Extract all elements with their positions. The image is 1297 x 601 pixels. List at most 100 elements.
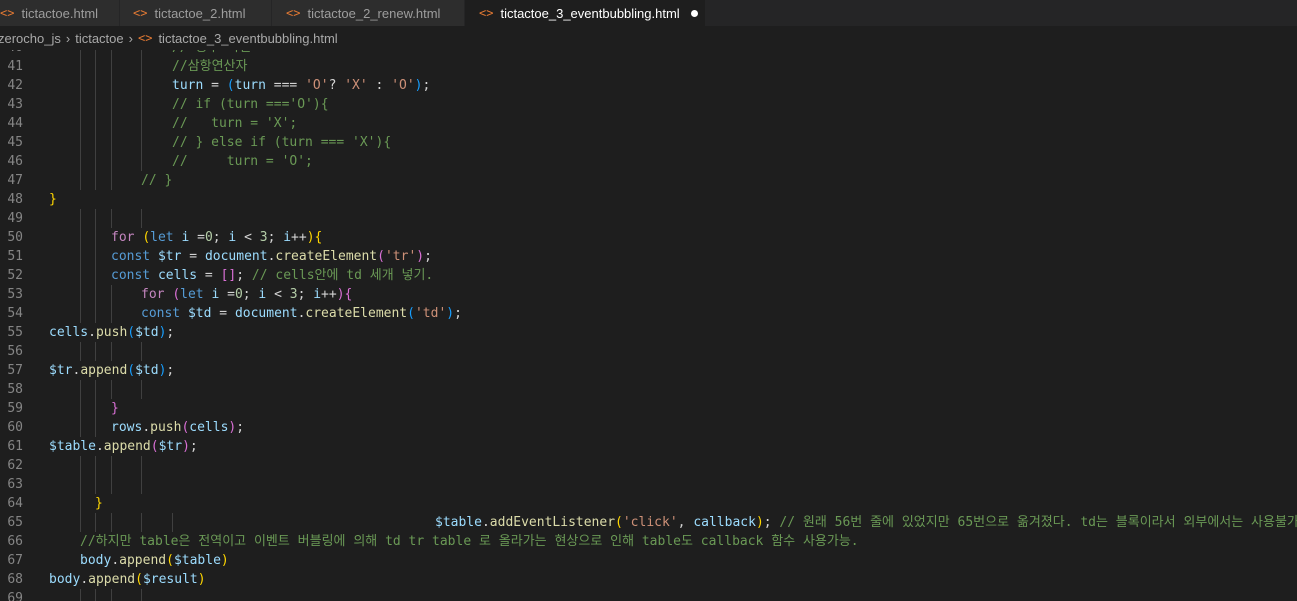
indent-guide — [141, 380, 142, 399]
code-line[interactable]: 68 body.append($result) — [0, 570, 1297, 589]
code-token: ) — [755, 515, 764, 530]
code-text: } — [111, 399, 119, 418]
code-token: ) — [416, 249, 425, 264]
code-line[interactable]: 40 // 승부 확인 — [0, 50, 1297, 57]
code-line[interactable]: 63 — [0, 475, 1297, 494]
line-number: 55 — [7, 325, 23, 340]
code-line[interactable]: 69 — [0, 589, 1297, 601]
line-number: 41 — [7, 59, 23, 74]
code-token: append — [80, 363, 128, 378]
code-token: // cells안에 td 세개 넣기. — [251, 268, 434, 283]
chevron-right-icon: › — [128, 30, 133, 46]
indent-guide — [111, 380, 112, 399]
code-line[interactable]: 43 // if (turn ==='O'){ — [0, 95, 1297, 114]
indent-guide — [111, 589, 112, 601]
code-line[interactable]: 64} — [0, 494, 1297, 513]
unsaved-dot-icon[interactable] — [690, 9, 698, 17]
line-number: 59 — [7, 401, 23, 416]
code-token: ) — [182, 439, 190, 454]
code-token: ++ — [291, 230, 307, 245]
indent-guide — [141, 95, 142, 114]
indent-guide — [95, 133, 96, 152]
indent-guide — [80, 342, 81, 361]
code-token: // } else if (turn === 'X'){ — [172, 135, 392, 150]
code-line[interactable]: 57 $tr.append($td); — [0, 361, 1297, 380]
code-text: body.append($result) — [49, 570, 206, 589]
indent-guide — [95, 50, 96, 57]
code-token: ; — [422, 78, 431, 93]
code-line[interactable]: 60 rows.push(cells); — [0, 418, 1297, 437]
code-line[interactable]: 53 for (let i =0; i < 3; i++){ — [0, 285, 1297, 304]
code-line[interactable]: 52 const cells = []; // cells안에 td 세개 넣기. — [0, 266, 1297, 285]
line-number: 60 — [7, 420, 23, 435]
breadcrumb-folder-tictactoe[interactable]: tictactoe — [75, 31, 123, 46]
indent-guide — [141, 133, 142, 152]
code-line[interactable]: 48} — [0, 190, 1297, 209]
code-token: ; — [236, 268, 252, 283]
code-line[interactable]: 54 const $td = document.createElement('td… — [0, 304, 1297, 323]
code-token: < — [266, 287, 290, 302]
code-line[interactable]: 55 cells.push($td); — [0, 323, 1297, 342]
code-text: $tr.append($td); — [49, 361, 174, 380]
line-number: 67 — [7, 553, 23, 568]
code-token: turn — [234, 78, 266, 93]
code-text: // } else if (turn === 'X'){ — [172, 133, 391, 152]
line-number: 48 — [7, 192, 23, 207]
indent-guide — [141, 475, 142, 494]
code-line[interactable]: 46 // turn = 'O'; — [0, 152, 1297, 171]
code-token: createElement — [305, 306, 408, 321]
code-token: } — [111, 401, 119, 416]
indent-guide — [95, 513, 96, 532]
tab-label: tictactoe_2.html — [154, 5, 246, 21]
code-line[interactable]: 66 //하지만 table은 전역이고 이벤트 버블링에 의해 td tr ta… — [0, 532, 1297, 551]
code-line[interactable]: 45 // } else if (turn === 'X'){ — [0, 133, 1297, 152]
code-line[interactable]: 61 $table.append($tr); — [0, 437, 1297, 456]
indent-guide — [111, 513, 112, 532]
code-line[interactable]: 58 — [0, 380, 1297, 399]
tab-tictactoe-2[interactable]: <> tictactoe_2.html — [120, 0, 272, 26]
code-token: . — [111, 553, 120, 568]
code-token: ; — [236, 420, 245, 435]
code-line[interactable]: 50 for (let i =0; i < 3; i++){ — [0, 228, 1297, 247]
indent-guide — [95, 152, 96, 171]
indent-guide — [95, 456, 96, 475]
code-token: let — [150, 230, 174, 245]
code-line[interactable]: 51 const $tr = document.createElement('tr… — [0, 247, 1297, 266]
line-number: 65 — [7, 515, 23, 530]
code-line[interactable]: 56 — [0, 342, 1297, 361]
code-token: cells — [49, 325, 89, 340]
tab-tictactoe-2-renew[interactable]: <> tictactoe_2_renew.html — [272, 0, 465, 26]
code-editor[interactable]: 40// 승부 확인41//삼항연산자42turn = (turn === 'O… — [0, 50, 1297, 601]
code-token: // turn = 'X'; — [172, 116, 298, 131]
tab-tictactoe[interactable]: <> tictactoe.html — [0, 0, 120, 26]
indent-guide — [141, 50, 142, 57]
code-token: ( — [226, 78, 235, 93]
tab-label: tictactoe_2_renew.html — [307, 5, 441, 21]
code-line[interactable]: 47 // } — [0, 171, 1297, 190]
code-token: } — [49, 192, 57, 207]
code-token: 0 — [234, 287, 243, 302]
code-token: ) — [336, 287, 345, 302]
code-token: : — [367, 78, 392, 93]
code-line[interactable]: 59} — [0, 399, 1297, 418]
indent-guide — [111, 95, 112, 114]
code-line[interactable]: 62 — [0, 456, 1297, 475]
code-line[interactable]: 67 body.append($table) — [0, 551, 1297, 570]
breadcrumb-file[interactable]: tictactoe_3_eventbubbling.html — [158, 31, 337, 46]
code-line[interactable]: 49 — [0, 209, 1297, 228]
breadcrumb-folder-zerocho-js[interactable]: zerocho_js — [0, 31, 61, 46]
indent-guide — [95, 57, 96, 76]
code-line[interactable]: 44 // turn = 'X'; — [0, 114, 1297, 133]
code-token: ) — [306, 230, 315, 245]
code-line[interactable]: 42 turn = (turn === 'O'? 'X' : 'O'); — [0, 76, 1297, 95]
code-text: const $td = document.createElement('td')… — [141, 304, 462, 323]
code-line[interactable]: 65 $table.addEventListener('click', callb… — [0, 513, 1297, 532]
code-line[interactable]: 41 //삼항연산자 — [0, 57, 1297, 76]
code-token: ; — [166, 363, 175, 378]
code-text: } — [95, 494, 103, 513]
code-token: = — [203, 78, 227, 93]
html-icon: <> — [0, 6, 15, 20]
code-token: ; — [297, 287, 314, 302]
indent-guide — [141, 76, 142, 95]
tab-tictactoe-3-eventbubbling[interactable]: <> tictactoe_3_eventbubbling.html — [465, 0, 706, 26]
